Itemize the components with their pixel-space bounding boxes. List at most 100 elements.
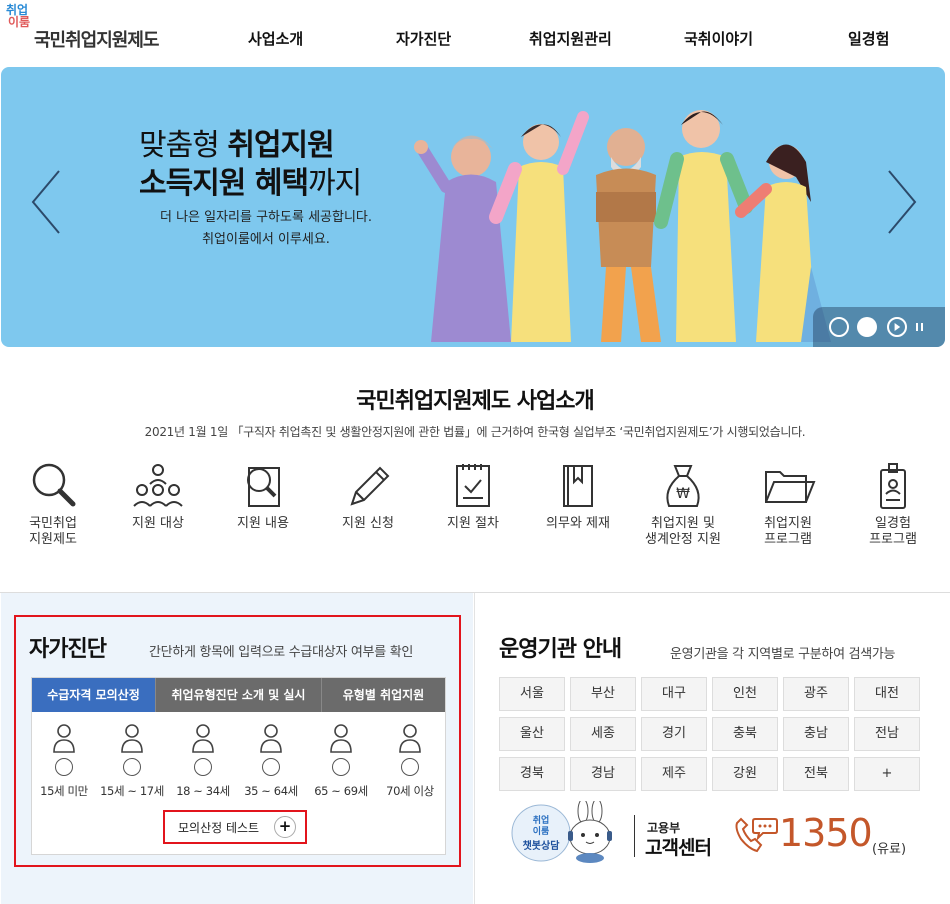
region-button[interactable]: 경기 [641,717,707,751]
region-button[interactable]: 대전 [854,677,920,711]
icon-label-line1: 지원 대상 [132,516,184,531]
pause-icon[interactable] [913,317,927,337]
icon-menu-item-procedure[interactable]: 지원 절차 [423,460,523,532]
phone-icon [735,817,778,853]
region-button[interactable]: 강원 [712,757,778,791]
age-radio[interactable] [123,758,141,776]
phone-number[interactable]: 1350 [779,813,873,853]
diagnosis-title: 자가진단 [29,637,107,662]
icon-menu-item-livelihood[interactable]: ₩ 취업지원 및 생계안정 지원 [633,460,733,548]
logo-mark-bottom: 이룸 [8,15,31,29]
age-radio[interactable] [401,758,419,776]
icon-label-line1: 취업지원 [764,516,812,531]
mock-test-button[interactable]: 모의산정 테스트 + [168,814,302,840]
region-button[interactable]: 충북 [712,717,778,751]
nav-item-stories[interactable]: 국취이야기 [684,28,753,49]
region-button[interactable]: 인천 [712,677,778,711]
icon-label-line1: 의무와 제재 [546,516,610,531]
hero-sub-line1: 더 나은 일자리를 구하도록 세공합니다. [159,210,373,225]
intro-title: 국민취업지원제도 사업소개 [356,389,595,414]
age-label: 35 ~ 64세 [244,784,298,798]
person-icon [260,724,282,753]
icon-menu-item-programs[interactable]: 취업지원 프로그램 [738,460,838,548]
hero-next-arrow[interactable] [881,167,921,237]
nav-item-self-diagnosis[interactable]: 자가진단 [396,28,451,49]
hero-line2-plain: 까지 [308,166,362,201]
person-icon [399,724,421,753]
hero-banner: 맞춤형 취업지원 소득지원 혜택까지 더 나은 일자리를 구하도록 세공합니다.… [1,67,945,347]
region-button[interactable]: 대구 [641,677,707,711]
age-label: 65 ~ 69세 [314,784,368,798]
icon-label-line1: 지원 내용 [237,516,289,531]
logo-name: 국민취업지원제도 [34,30,159,51]
person-icon [192,724,214,753]
age-radio[interactable] [332,758,350,776]
folder-icon [765,471,816,503]
tab-mock-eligibility[interactable]: 수급자격 모의산정 [32,678,156,712]
region-button[interactable]: 경북 [499,757,565,791]
tab-support-by-type[interactable]: 유형별 취업지원 [322,678,445,712]
age-option: 15세 ~ 17세 [97,722,167,799]
age-option: 18 ~ 34세 [168,722,238,799]
icon-menu-item-target[interactable]: 지원 대상 [108,460,208,532]
slide-dot-2[interactable] [857,317,877,337]
svg-text:₩: ₩ [676,486,690,502]
region-button[interactable]: 경남 [570,757,636,791]
icon-menu-item-content[interactable]: 지원 내용 [213,460,313,532]
icon-menu-item-apply[interactable]: 지원 신청 [318,460,418,532]
play-icon[interactable] [887,317,907,337]
slide-dot-1[interactable] [829,317,849,337]
pencil-icon [350,466,390,506]
magnifier-icon [32,463,76,507]
region-button[interactable]: 광주 [783,677,849,711]
region-button[interactable]: 충남 [783,717,849,751]
region-more-button[interactable]: + [854,757,920,791]
hero-headline: 맞춤형 취업지원 소득지원 혜택까지 [139,127,362,203]
age-radio[interactable] [262,758,280,776]
region-button[interactable]: 제주 [641,757,707,791]
nav-item-intro[interactable]: 사업소개 [248,28,303,49]
phone-note: (유료) [872,842,907,857]
chevron-right-icon [888,170,917,234]
nav-item-support-management[interactable]: 취업지원관리 [529,28,612,49]
age-label: 15세 미만 [40,784,88,798]
region-button[interactable]: 울산 [499,717,565,751]
age-radio[interactable] [194,758,212,776]
region-button[interactable]: 부산 [570,677,636,711]
nav-item-work-experience[interactable]: 일경험 [848,28,889,49]
book-icon [563,465,593,507]
intro-icon-menu: 국민취업 지원제도 지원 대상 지원 내용 지원 신청 지원 절차 의무와 제재 … [0,460,950,570]
icon-menu-item-work-experience[interactable]: 일경험 프로그램 [843,460,943,548]
people-icon [133,464,183,507]
hero-line1-plain: 맞춤형 [139,128,228,163]
diagnosis-description: 간단하게 항목에 입력으로 수급대상자 여부를 확인 [149,645,414,660]
age-radio[interactable] [55,758,73,776]
document-search-icon [247,467,280,507]
person-icon [121,724,143,753]
hero-illustration [414,110,831,342]
age-option: 35 ~ 64세 [236,722,306,799]
region-button[interactable]: 세종 [570,717,636,751]
logo[interactable]: 취업 이룸 국민취업지원제도 [6,4,186,51]
region-button[interactable]: 서울 [499,677,565,711]
chatbot-label: 챗봇상담 [523,839,561,852]
id-badge-icon [880,463,906,509]
region-button[interactable]: 전남 [854,717,920,751]
mock-test-label: 모의산정 테스트 [178,821,260,835]
checklist-icon [456,464,490,507]
age-label: 18 ~ 34세 [176,784,230,798]
region-button[interactable]: 전북 [783,757,849,791]
chevron-left-icon [31,170,60,234]
icon-menu-item-obligation[interactable]: 의무와 제재 [528,460,628,532]
tab-type-diagnosis[interactable]: 취업유형진단 소개 및 실시 [156,678,322,712]
intro-description: 2021년 1월 1일 「구직자 취업촉진 및 생활안정지원에 관한 법률」에 … [144,425,806,439]
icon-menu-item-program[interactable]: 국민취업 지원제도 [3,460,103,548]
chatbot-button[interactable]: 취업 이룸 챗봇상담 [511,801,623,863]
operating-agencies-panel: 운영기관 안내 운영기관을 각 지역별로 구분하여 검색가능 서울 부산 대구 … [474,593,950,904]
hero-subtext: 더 나은 일자리를 구하도록 세공합니다. 취업이룸에서 이루세요. [141,207,391,251]
hero-prev-arrow[interactable] [27,167,67,237]
age-options: 15세 미만 15세 ~ 17세 18 ~ 34세 35 ~ 64세 65 ~ … [32,722,445,802]
age-label: 70세 이상 [386,784,434,798]
org-title: 운영기관 안내 [499,637,622,662]
chatbot-mark-mid: 이룸 [533,825,550,837]
